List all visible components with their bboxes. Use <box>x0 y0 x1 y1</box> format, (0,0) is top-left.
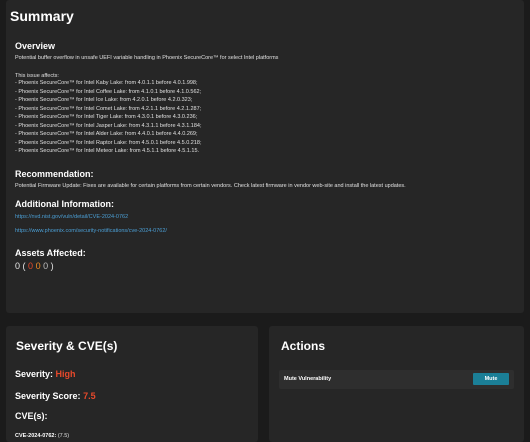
assets-critical-count: 0 <box>28 261 34 271</box>
list-item: - Phoenix SecureCore™ for Intel Kaby Lak… <box>15 80 198 86</box>
list-item: - Phoenix SecureCore™ for Intel Comet La… <box>15 105 202 112</box>
severity-score-row: Severity Score: 7.5 <box>15 391 96 401</box>
recommendation-heading: Recommendation: <box>15 169 94 179</box>
list-item: - Phoenix SecureCore™ for Intel Tiger La… <box>15 114 198 120</box>
assets-total-count: 0 <box>15 261 21 271</box>
actions-title: Actions <box>281 339 326 353</box>
assets-other-count: 0 <box>43 261 49 271</box>
severity-score-value: 7.5 <box>83 391 96 401</box>
list-item: - Phoenix SecureCore™ for Intel Ice Lake… <box>15 97 193 103</box>
additional-info-heading: Additional Information: <box>15 199 114 209</box>
assets-counts: 0 ( 0 0 0 ) <box>15 261 54 271</box>
summary-title: Summary <box>10 8 74 24</box>
recommendation-text: Potential Firmware Update: Fixes are ava… <box>15 183 406 189</box>
list-item: - Phoenix SecureCore™ for Intel Meteor L… <box>15 148 200 154</box>
cves-label: CVE(s): <box>15 411 48 421</box>
severity-label: Severity: <box>15 369 54 379</box>
cve-score: (7.5) <box>57 433 70 439</box>
summary-card <box>6 0 524 313</box>
severity-row: Severity: High <box>15 369 76 379</box>
overview-text: Potential buffer overflow in unsafe UEFI… <box>15 55 279 61</box>
overview-heading: Overview <box>15 41 56 51</box>
list-item: - Phoenix SecureCore™ for Intel Raptor L… <box>15 139 202 146</box>
severity-title: Severity & CVE(s) <box>16 339 118 353</box>
list-item: - Phoenix SecureCore™ for Intel Jasper L… <box>15 122 202 129</box>
severity-value: High <box>55 369 76 379</box>
affected-products-list: - Phoenix SecureCore™ for Intel Kaby Lak… <box>15 79 202 156</box>
cve-entry: CVE-2024-0762: (7.5) <box>15 433 69 439</box>
mute-button[interactable]: Mute <box>473 373 509 385</box>
assets-close-paren: ) <box>50 261 54 271</box>
list-item: - Phoenix SecureCore™ for Intel Coffee L… <box>15 88 202 95</box>
phoenix-advisory-link[interactable]: https://www.phoenix.com/security-notific… <box>15 228 167 234</box>
list-item: - Phoenix SecureCore™ for Intel Alder La… <box>15 131 198 137</box>
action-row-mute: Mute Vulnerability Mute <box>279 370 514 389</box>
severity-score-label: Severity Score: <box>15 391 81 401</box>
nvd-link[interactable]: https://nvd.nist.gov/vuln/detail/CVE-202… <box>15 214 128 220</box>
assets-high-count: 0 <box>35 261 41 271</box>
cve-id: CVE-2024-0762: <box>15 433 57 439</box>
assets-open-paren: ( <box>22 261 26 271</box>
mute-vulnerability-label: Mute Vulnerability <box>284 376 332 382</box>
assets-affected-heading: Assets Affected: <box>15 248 86 258</box>
